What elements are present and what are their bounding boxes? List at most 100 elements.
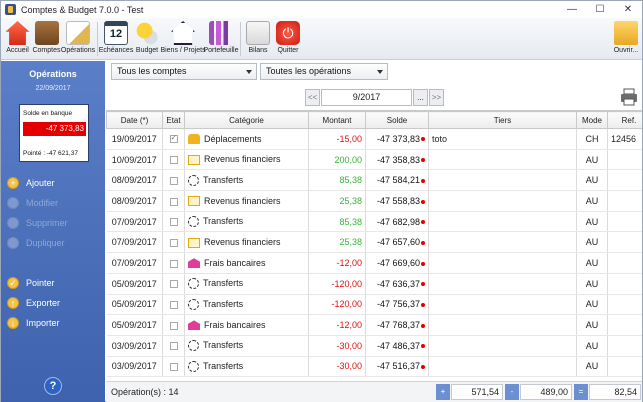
weather-icon <box>135 21 159 45</box>
negative-indicator-icon <box>421 158 425 163</box>
etat-checkbox[interactable] <box>169 321 178 330</box>
etat-checkbox[interactable] <box>169 218 178 227</box>
column-header-tiers[interactable]: Tiers <box>428 111 577 129</box>
ajouter-button[interactable]: + Ajouter <box>7 177 55 189</box>
balance-panel: Solde en banque -47 373,83 Pointé : -47 … <box>19 104 89 162</box>
toolbar-accueil-button[interactable]: Accueil <box>3 18 32 60</box>
cell-ref <box>607 314 642 336</box>
toolbar-ouvrir-button[interactable]: Ouvrir... <box>612 18 640 60</box>
table-row[interactable]: 03/09/2017Transferts-30,00-47 486,37AUAc… <box>106 335 642 357</box>
cell-date: 08/09/2017 <box>106 190 163 212</box>
toolbar-comptes-button[interactable]: Comptes <box>32 18 61 60</box>
etat-checkbox[interactable] <box>169 133 178 144</box>
cell-mode: AU <box>576 169 608 192</box>
cell-ref: 12456 <box>607 128 642 150</box>
import-icon: ↓ <box>7 317 19 329</box>
title-bar: Comptes & Budget 7.0.0 - Test — ☐ ✕ <box>1 1 642 18</box>
operation-filter-dropdown[interactable]: Toutes les opérations <box>260 63 388 80</box>
printer-icon[interactable] <box>620 88 638 106</box>
maximize-button[interactable]: ☐ <box>586 1 614 18</box>
table-row[interactable]: 08/09/2017 Revenus financiers 25,38 -47 558… <box>106 190 642 212</box>
exporter-button[interactable]: ↑ Exporter <box>7 297 60 309</box>
debit-total: 489,00 <box>520 384 572 400</box>
toolbar-bilans-button[interactable]: Bilans <box>243 18 273 60</box>
pointer-button[interactable]: ✓ Pointer <box>7 277 55 289</box>
toolbar-budget-button[interactable]: Budget <box>132 18 162 60</box>
table-row[interactable]: 10/09/2017 Revenus financiers 200,00 -47 35… <box>106 149 642 171</box>
column-header-solde[interactable]: Solde <box>365 111 429 129</box>
cell-montant: -12,00 <box>308 314 366 336</box>
modifier-button[interactable]: Modifier <box>7 197 58 209</box>
etat-checkbox[interactable] <box>169 342 178 351</box>
cell-ref <box>607 231 642 254</box>
table-row[interactable]: 05/09/2017 Frais bancaires -12,00 -47 768,3… <box>106 314 642 336</box>
help-button[interactable]: ? <box>44 377 62 395</box>
next-period-button[interactable]: >> <box>429 89 444 106</box>
export-icon: ↑ <box>7 297 19 309</box>
period-picker-button[interactable]: ... <box>413 89 428 106</box>
column-header-categorie[interactable]: Catégorie <box>184 111 309 129</box>
bank-icon <box>188 320 200 331</box>
cell-ref <box>607 190 642 212</box>
report-icon <box>246 21 270 45</box>
column-header-ref[interactable]: Ref. <box>607 111 642 129</box>
etat-checkbox[interactable] <box>169 259 178 268</box>
cell-solde: -47 636,37 <box>365 273 429 295</box>
account-filter-dropdown[interactable]: Tous les comptes <box>111 63 257 80</box>
cell-etat <box>162 252 185 274</box>
column-header-etat[interactable]: Etat <box>162 111 185 129</box>
column-header-date[interactable]: Date (*) <box>106 111 163 129</box>
minimize-button[interactable]: — <box>558 1 586 18</box>
etat-checkbox[interactable] <box>169 238 178 247</box>
bank-icon <box>188 258 200 269</box>
cell-categorie: Transferts <box>184 356 309 378</box>
table-row[interactable]: 08/09/2017Transferts85,38-47 584,21AUVen… <box>106 169 642 192</box>
cell-tiers <box>428 149 577 171</box>
cell-tiers <box>428 252 577 274</box>
supprimer-button[interactable]: Supprimer <box>7 217 68 229</box>
cell-ref <box>607 169 642 192</box>
period-field[interactable]: 9/2017 <box>321 89 412 106</box>
table-row[interactable]: 07/09/2017 Revenus financiers 25,38 -47 657… <box>106 231 642 254</box>
toolbar-biens-projets-button[interactable]: Biens / Projets <box>160 18 206 60</box>
toolbar-operations-button[interactable]: Opérations <box>61 18 95 60</box>
etat-checkbox[interactable] <box>169 156 178 165</box>
transfer-icon <box>188 216 199 228</box>
toolbar-separator <box>240 22 241 56</box>
table-row[interactable]: 07/09/2017 Frais bancaires -12,00 -47 669,6… <box>106 252 642 274</box>
previous-period-button[interactable]: << <box>305 89 320 106</box>
negative-indicator-icon <box>421 282 425 287</box>
power-icon: ⏻ <box>276 21 300 45</box>
table-row[interactable]: 05/09/2017Transferts-120,00-47 636,37AUA… <box>106 273 642 295</box>
cell-ref <box>607 273 642 295</box>
column-header-mode[interactable]: Mode <box>576 111 608 129</box>
cell-categorie: Transferts <box>184 294 309 316</box>
cell-ref <box>607 294 642 316</box>
cell-solde: -47 486,37 <box>365 335 429 357</box>
table-row[interactable]: 19/09/2017 Déplacements-15,00-47 373,83to… <box>106 128 642 150</box>
column-header-montant[interactable]: Montant <box>308 111 366 129</box>
net-sign: = <box>574 384 588 400</box>
toolbar-portefeuille-button[interactable]: Portefeuille <box>203 18 239 60</box>
etat-checkbox[interactable] <box>169 300 178 309</box>
etat-checkbox[interactable] <box>169 197 178 206</box>
home-icon <box>5 21 30 45</box>
chevron-down-icon <box>377 70 383 74</box>
etat-checkbox[interactable] <box>169 176 178 185</box>
transfer-icon <box>188 278 199 290</box>
cell-mode: AU <box>576 149 608 171</box>
etat-checkbox[interactable] <box>169 363 178 372</box>
dupliquer-button[interactable]: Dupliquer <box>7 237 65 249</box>
cell-etat <box>162 314 185 336</box>
etat-checkbox[interactable] <box>169 280 178 289</box>
table-row[interactable]: 05/09/2017Transferts-120,00-47 756,37AUA… <box>106 294 642 316</box>
briefcase-icon <box>34 21 59 45</box>
negative-indicator-icon <box>421 261 425 266</box>
toolbar-echeances-button[interactable]: 12 Echéances <box>99 18 133 60</box>
importer-button[interactable]: ↓ Importer <box>7 317 60 329</box>
table-row[interactable]: 07/09/2017Transferts85,38-47 682,98AUVen… <box>106 211 642 233</box>
table-row[interactable]: 03/09/2017Transferts-30,00-47 516,37AUAc… <box>106 356 642 378</box>
toolbar-quitter-button[interactable]: ⏻ Quitter <box>273 18 303 60</box>
delete-icon <box>7 217 19 229</box>
close-button[interactable]: ✕ <box>614 1 642 18</box>
